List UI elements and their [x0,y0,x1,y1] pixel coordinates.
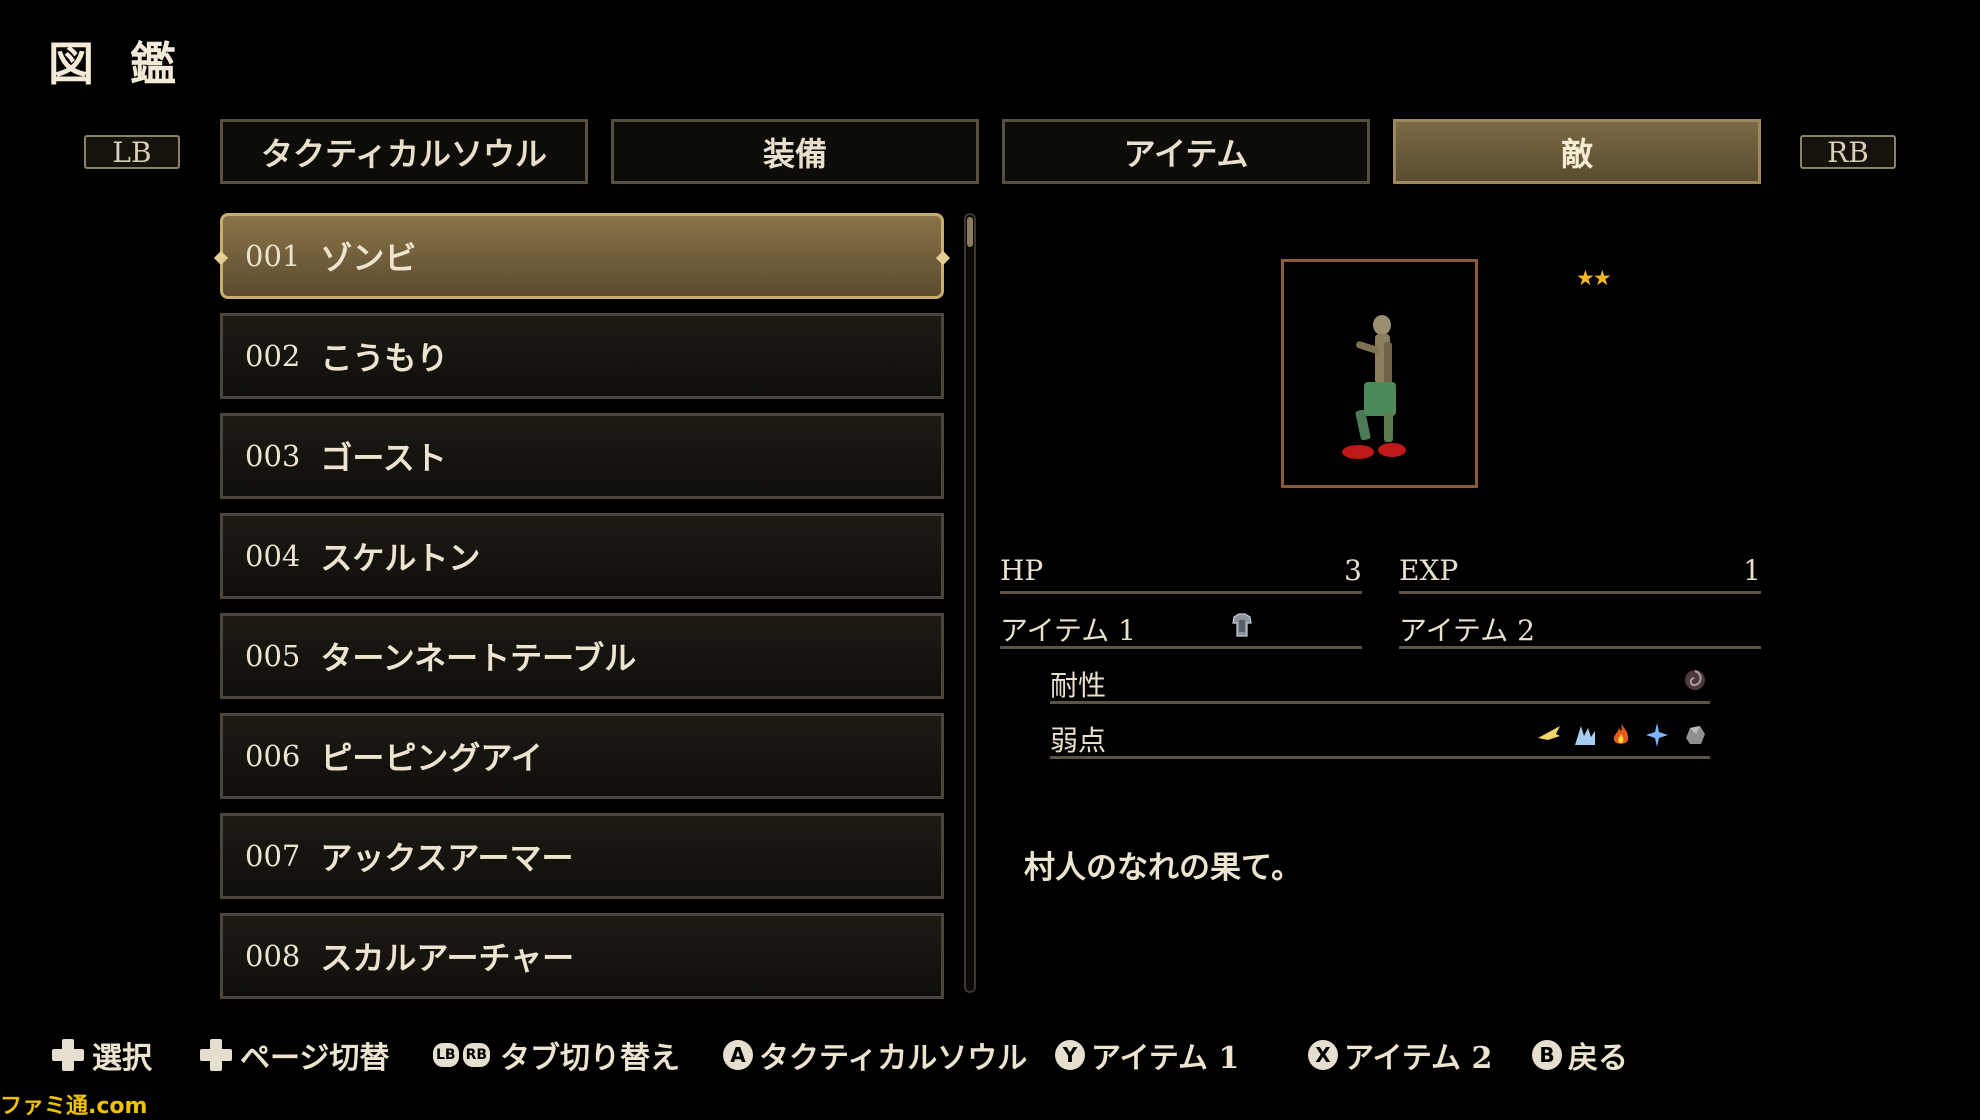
weakness-label: 弱点 [1050,724,1107,757]
item-number: 004 [245,539,301,573]
hint-page-label: ページ切替 [240,1041,390,1076]
rarity-stars: ★★ [1576,266,1612,290]
item-number: 003 [245,439,301,473]
stone-icon [1686,726,1705,744]
hint-item2-label: アイテム 2 [1344,1041,1493,1076]
item-name: スケルトン [320,539,481,577]
a-button-icon: A [723,1040,753,1070]
item-number: 001 [245,239,301,273]
item-number: 008 [245,939,301,973]
hint-select: 選択 [52,1033,152,1077]
enemy-description: 村人のなれの果て。 [1024,850,1303,886]
lb-bumper[interactable]: LB [84,135,180,169]
tab-enemies[interactable]: 敵 [1393,119,1761,184]
item2-stat[interactable]: アイテム 2 [1399,609,1761,649]
exp-stat: EXP 1 [1399,554,1761,594]
item1-stat[interactable]: アイテム 1 [1000,609,1362,649]
hp-stat: HP 3 [1000,554,1362,594]
watermark: ファミ通.com [0,1094,148,1119]
zombie-sprite-icon [1342,315,1406,459]
list-item[interactable]: 004 スケルトン [220,513,944,599]
hint-tab-switch: LB RB タブ切り替え [433,1033,680,1077]
screen-title: 図 鑑 [48,37,187,91]
x-button-icon: X [1308,1040,1338,1070]
dpad-icon [200,1039,232,1071]
y-button-icon: Y [1055,1040,1085,1070]
tab-tactical-soul[interactable]: タクティカルソウル [220,119,588,184]
rb-button-icon: RB [462,1043,491,1067]
hint-item1: Y アイテム 1 [1055,1033,1239,1077]
selection-diamond-icon [935,250,951,266]
armor-icon [1232,613,1252,637]
tab-items[interactable]: アイテム [1002,119,1370,184]
item2-label: アイテム 2 [1399,614,1535,647]
enemy-list: 001 ゾンビ 002 こうもり 003 ゴースト 004 スケルトン 005 … [213,213,951,1013]
hint-back: B 戻る [1532,1033,1628,1077]
hint-tab-switch-label: タブ切り替え [500,1041,681,1076]
hp-value: 3 [1344,554,1362,587]
hp-label: HP [1000,554,1044,587]
lb-button-icon: LB [433,1043,459,1067]
list-item[interactable]: 003 ゴースト [220,413,944,499]
resistance-row: 耐性 [1050,664,1710,704]
item-name: ターンネートテーブル [320,639,637,677]
hint-select-label: 選択 [92,1041,152,1076]
hint-item2: X アイテム 2 [1308,1033,1492,1077]
list-scrollbar[interactable] [964,213,976,993]
list-item[interactable]: 001 ゾンビ [213,213,951,299]
enemy-portrait [1281,259,1478,488]
hint-back-label: 戻る [1568,1041,1628,1076]
item-name: アックスアーマー [320,839,574,877]
list-item[interactable]: 002 こうもり [220,313,944,399]
hint-tactical-soul: A タクティカルソウル [723,1033,1027,1077]
item-name: こうもり [320,339,449,377]
item-number: 005 [245,639,301,673]
list-item[interactable]: 008 スカルアーチャー [220,913,944,999]
item1-label: アイテム 1 [1000,614,1136,647]
dark-swirl-icon [1685,670,1705,690]
list-item[interactable]: 005 ターンネートテーブル [220,613,944,699]
exp-value: 1 [1743,554,1761,587]
list-item[interactable]: 006 ピーピングアイ [220,713,944,799]
star-burst-icon [1646,723,1668,747]
item-number: 007 [245,839,301,873]
item-name: ゴースト [320,439,447,477]
hint-page: ページ切替 [200,1033,389,1077]
hint-tactical-soul-label: タクティカルソウル [759,1041,1028,1076]
list-item[interactable]: 007 アックスアーマー [220,813,944,899]
holy-wing-icon [1538,726,1560,740]
scroll-thumb[interactable] [967,217,973,247]
hint-item1-label: アイテム 1 [1091,1041,1240,1076]
ice-shard-icon [1575,726,1595,745]
weakness-row: 弱点 [1050,719,1710,759]
rb-bumper[interactable]: RB [1800,135,1896,169]
b-button-icon: B [1532,1040,1562,1070]
selection-diamond-icon [213,250,229,266]
exp-label: EXP [1399,554,1459,587]
tab-equipment[interactable]: 装備 [611,119,979,184]
fire-icon [1613,724,1629,744]
item-number: 002 [245,339,301,373]
item-name: ゾンビ [320,239,417,277]
resistance-label: 耐性 [1050,669,1107,702]
item-number: 006 [245,739,301,773]
item-name: ピーピングアイ [320,739,543,777]
item-name: スカルアーチャー [320,939,575,977]
dpad-icon [52,1039,84,1071]
